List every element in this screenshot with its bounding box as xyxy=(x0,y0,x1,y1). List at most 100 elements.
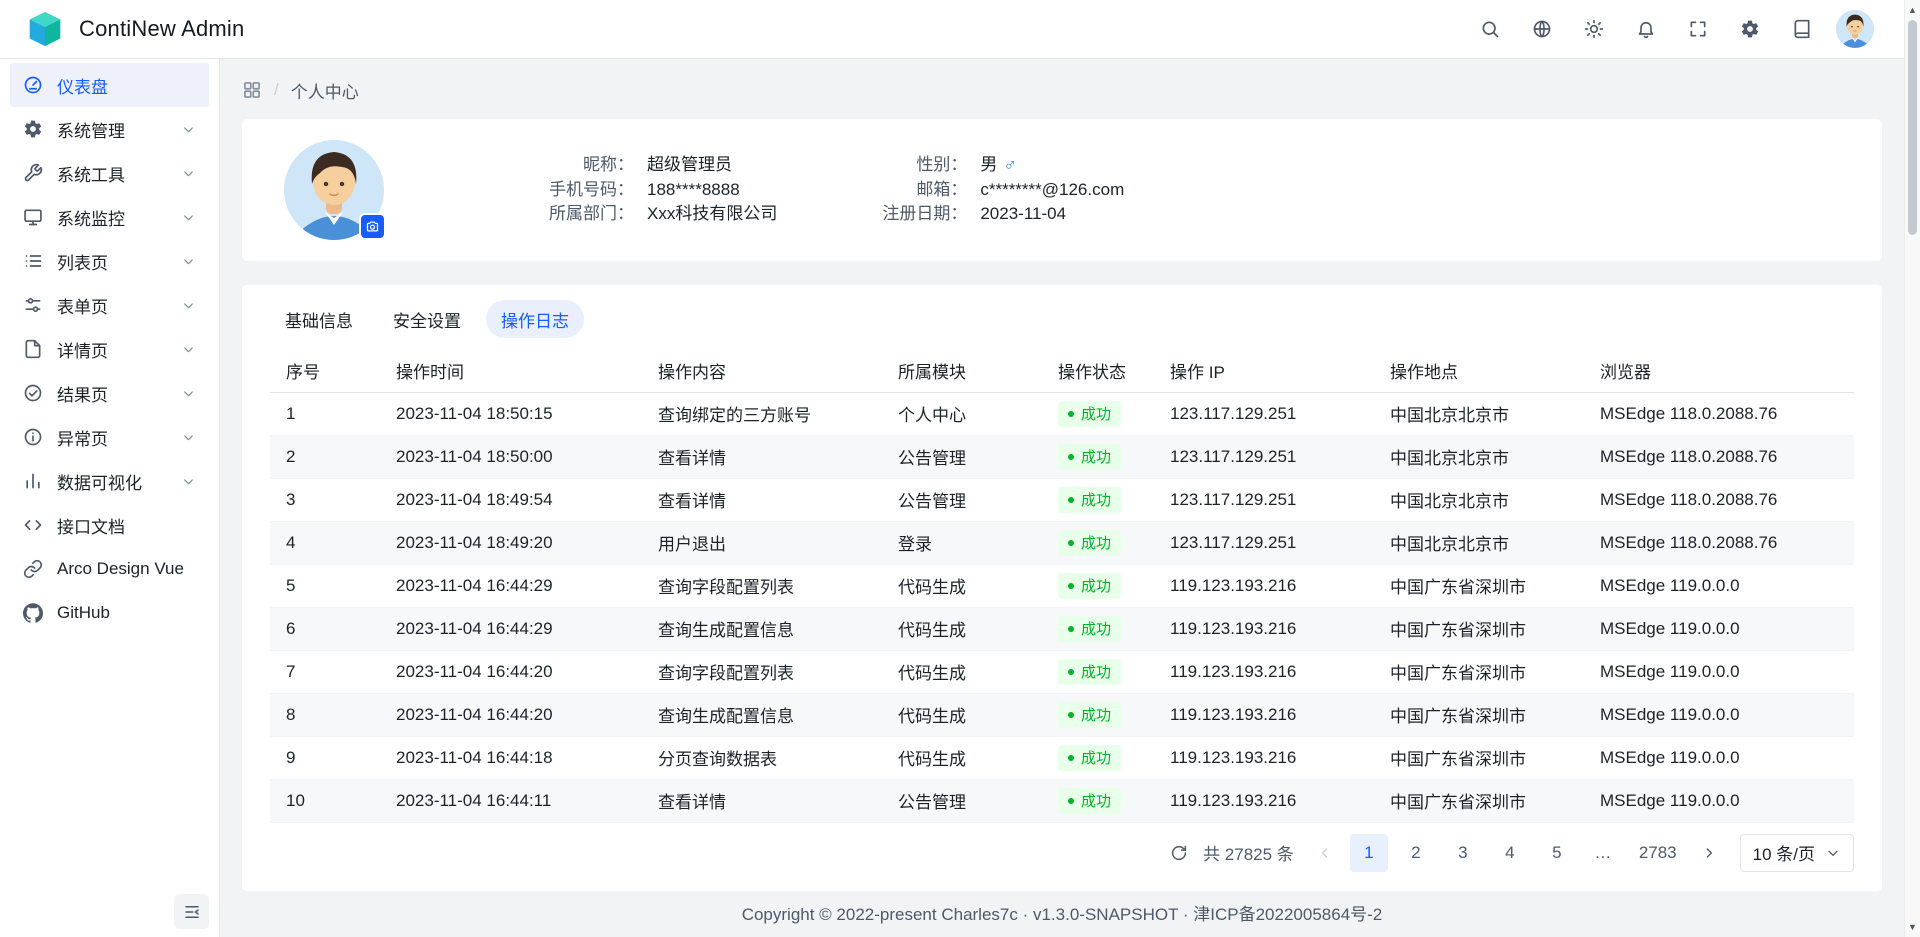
notifications-button[interactable] xyxy=(1628,11,1664,47)
sidebar-item[interactable]: Arco Design Vue xyxy=(10,547,209,591)
sidebar-item[interactable]: 结果页 xyxy=(10,371,209,415)
status-label: 成功 xyxy=(1081,489,1111,510)
language-button[interactable] xyxy=(1524,11,1560,47)
page-button[interactable]: 1 xyxy=(1350,834,1388,872)
profile-field-department: 所属部门： Xxx科技有限公司 xyxy=(462,202,777,227)
code-icon xyxy=(23,515,43,535)
tab-basic-info[interactable]: 基础信息 xyxy=(270,300,368,338)
cell-browser: MSEdge 118.0.2088.76 xyxy=(1584,435,1854,478)
cell-status: 成功 xyxy=(1042,521,1154,564)
status-dot-icon xyxy=(1068,798,1074,804)
cell-ip: 119.123.193.216 xyxy=(1154,650,1374,693)
sidebar-item-label: 异常页 xyxy=(57,425,167,450)
column-header: 序号 xyxy=(270,349,380,392)
column-header: 操作状态 xyxy=(1042,349,1154,392)
wrench-icon xyxy=(23,163,43,183)
change-avatar-button[interactable] xyxy=(359,213,386,240)
column-header: 操作内容 xyxy=(642,349,882,392)
sidebar-item[interactable]: 表单页 xyxy=(10,283,209,327)
cell-time: 2023-11-04 16:44:18 xyxy=(380,736,642,779)
page-button[interactable]: 4 xyxy=(1491,834,1529,872)
cell-location: 中国北京北京市 xyxy=(1374,392,1584,435)
cell-module: 代码生成 xyxy=(882,564,1042,607)
bar-chart-icon xyxy=(23,471,43,491)
status-dot-icon xyxy=(1068,583,1074,589)
sidebar-item[interactable]: 系统工具 xyxy=(10,151,209,195)
cell-ip: 123.117.129.251 xyxy=(1154,392,1374,435)
chevron-right-icon xyxy=(1701,845,1717,861)
page-button[interactable]: 3 xyxy=(1444,834,1482,872)
fullscreen-button[interactable] xyxy=(1680,11,1716,47)
status-label: 成功 xyxy=(1081,790,1111,811)
sidebar-item-label: Arco Design Vue xyxy=(57,559,196,579)
field-value: Xxx科技有限公司 xyxy=(647,202,777,227)
profile-field-gender: 性别： 男 ♂ xyxy=(837,153,1124,178)
profile-avatar[interactable] xyxy=(284,140,384,240)
scrollbar-thumb[interactable] xyxy=(1908,20,1917,235)
field-value: c********@126.com xyxy=(980,178,1124,203)
user-avatar[interactable] xyxy=(1836,10,1874,48)
cell-index: 8 xyxy=(270,693,380,736)
sidebar-collapse-button[interactable] xyxy=(174,894,209,929)
next-page-button[interactable] xyxy=(1693,837,1725,869)
form-icon xyxy=(23,295,43,315)
page-scrollbar[interactable]: ▲ ▼ xyxy=(1904,0,1920,937)
scrollbar-down-arrow[interactable]: ▼ xyxy=(1905,920,1920,934)
logo-area[interactable]: ContiNew Admin xyxy=(24,8,244,50)
cell-module: 公告管理 xyxy=(882,779,1042,822)
chevron-left-icon xyxy=(1317,845,1333,861)
cell-ip: 123.117.129.251 xyxy=(1154,435,1374,478)
search-button[interactable] xyxy=(1472,11,1508,47)
avatar-image xyxy=(1836,10,1874,48)
status-dot-icon xyxy=(1068,540,1074,546)
theme-toggle-button[interactable] xyxy=(1576,11,1612,47)
gear-icon xyxy=(23,119,43,139)
cell-status: 成功 xyxy=(1042,435,1154,478)
scrollbar-up-arrow[interactable]: ▲ xyxy=(1905,3,1920,17)
chevron-down-icon xyxy=(181,210,196,225)
cell-content: 查看详情 xyxy=(642,435,882,478)
sidebar-item[interactable]: 系统监控 xyxy=(10,195,209,239)
sidebar-item[interactable]: 仪表盘 xyxy=(10,63,209,107)
sidebar-item[interactable]: 列表页 xyxy=(10,239,209,283)
cell-browser: MSEdge 119.0.0.0 xyxy=(1584,564,1854,607)
apps-grid-icon[interactable] xyxy=(242,80,262,100)
profile-card: 昵称： 超级管理员 手机号码： 188****8888 所属部门： Xxx科技有… xyxy=(242,119,1882,261)
table-row: 72023-11-04 16:44:20查询字段配置列表代码生成成功119.12… xyxy=(270,650,1854,693)
page-size-select[interactable]: 10 条/页 xyxy=(1740,834,1854,872)
docs-button[interactable] xyxy=(1784,11,1820,47)
sidebar-item[interactable]: 接口文档 xyxy=(10,503,209,547)
status-dot-icon xyxy=(1068,755,1074,761)
page-ellipsis[interactable]: … xyxy=(1585,834,1623,872)
list-icon xyxy=(23,251,43,271)
refresh-button[interactable] xyxy=(1164,838,1194,868)
cell-status: 成功 xyxy=(1042,736,1154,779)
sidebar-item[interactable]: 详情页 xyxy=(10,327,209,371)
settings-button[interactable] xyxy=(1732,11,1768,47)
cell-browser: MSEdge 118.0.2088.76 xyxy=(1584,521,1854,564)
page-button[interactable]: 2 xyxy=(1397,834,1435,872)
sidebar-footer xyxy=(0,894,219,929)
field-label: 手机号码： xyxy=(462,178,634,203)
page-size-value: 10 条/页 xyxy=(1753,840,1815,865)
table-row: 82023-11-04 16:44:20查询生成配置信息代码生成成功119.12… xyxy=(270,693,1854,736)
sidebar-item[interactable]: GitHub xyxy=(10,591,209,635)
sidebar-item[interactable]: 系统管理 xyxy=(10,107,209,151)
tab-operation-log[interactable]: 操作日志 xyxy=(486,300,584,338)
cell-ip: 119.123.193.216 xyxy=(1154,564,1374,607)
cell-content: 查询字段配置列表 xyxy=(642,650,882,693)
status-dot-icon xyxy=(1068,497,1074,503)
sidebar-item[interactable]: 数据可视化 xyxy=(10,459,209,503)
field-value: 2023-11-04 xyxy=(980,202,1066,227)
prev-page-button[interactable] xyxy=(1309,837,1341,869)
page-button[interactable]: 5 xyxy=(1538,834,1576,872)
status-label: 成功 xyxy=(1081,704,1111,725)
tab-security-settings[interactable]: 安全设置 xyxy=(378,300,476,338)
cell-module: 登录 xyxy=(882,521,1042,564)
sidebar-item[interactable]: 异常页 xyxy=(10,415,209,459)
cell-content: 查询生成配置信息 xyxy=(642,607,882,650)
cell-status: 成功 xyxy=(1042,693,1154,736)
status-dot-icon xyxy=(1068,454,1074,460)
link-icon xyxy=(23,559,43,579)
page-button[interactable]: 2783 xyxy=(1632,834,1684,872)
